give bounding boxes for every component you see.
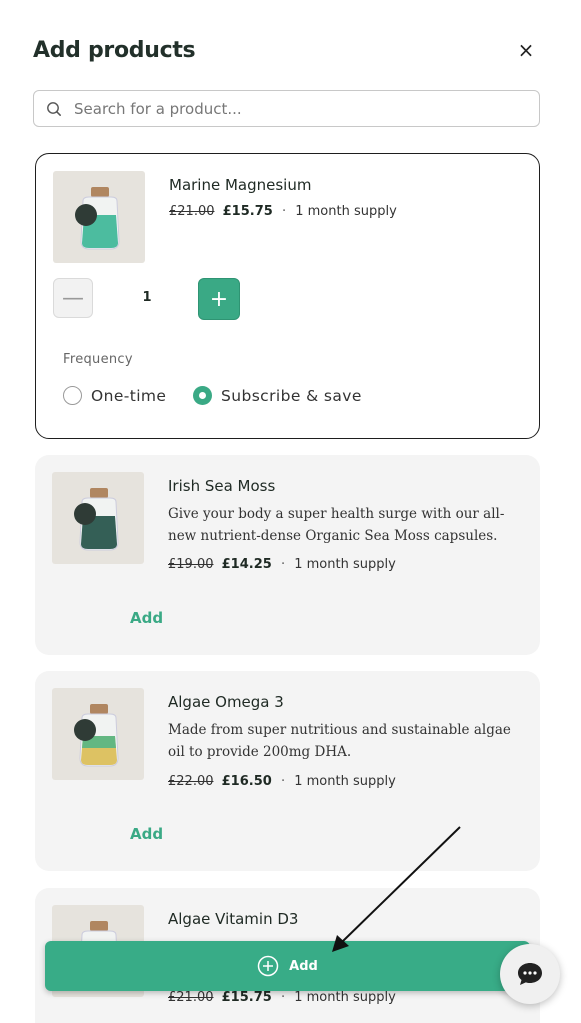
supply-label: 1 month supply — [294, 990, 396, 1005]
product-description: Made from super nutritious and sustainab… — [168, 722, 511, 760]
quantity-value: 1 — [142, 290, 152, 305]
option-one-time[interactable]: One-time — [63, 386, 166, 405]
new-price: £14.25 — [221, 557, 272, 572]
product-image — [52, 472, 144, 564]
supply-label: 1 month supply — [294, 557, 396, 572]
plus-icon: + — [209, 286, 229, 312]
old-price: £19.00 — [168, 557, 214, 572]
supply-label: 1 month supply — [294, 774, 396, 789]
product-name: Irish Sea Moss — [168, 477, 276, 495]
old-price: £21.00 — [169, 204, 215, 219]
price-separator: · — [280, 557, 286, 572]
search-box[interactable] — [33, 90, 540, 127]
option-label: Subscribe & save — [221, 386, 362, 405]
page-title: Add products — [33, 38, 196, 63]
product-name: Marine Magnesium — [169, 176, 312, 194]
new-price: £15.75 — [222, 204, 273, 219]
product-card: Irish Sea Moss Give your body a super he… — [35, 455, 540, 655]
product-price: £22.00 £16.50 · 1 month supply — [168, 774, 396, 789]
close-icon[interactable]: × — [516, 40, 536, 60]
old-price: £22.00 — [168, 774, 214, 789]
selected-product-card: Marine Magnesium £21.00 £15.75 · 1 month… — [35, 153, 540, 439]
price-separator: · — [280, 774, 286, 789]
decrease-quantity-button[interactable]: — — [53, 278, 93, 318]
chat-icon — [518, 963, 542, 985]
old-price: £21.00 — [168, 990, 214, 1005]
product-name: Algae Omega 3 — [168, 693, 284, 711]
product-price: £19.00 £14.25 · 1 month supply — [168, 557, 396, 572]
product-card: Algae Omega 3 Made from super nutritious… — [35, 671, 540, 871]
product-image — [53, 171, 145, 263]
plus-circle-icon — [257, 955, 279, 977]
product-name: Algae Vitamin D3 — [168, 910, 299, 928]
new-price: £16.50 — [221, 774, 272, 789]
supply-label: 1 month supply — [295, 204, 397, 219]
search-input[interactable] — [72, 98, 516, 119]
price-separator: · — [281, 204, 287, 219]
option-subscribe[interactable]: Subscribe & save — [193, 386, 362, 405]
search-icon — [47, 101, 61, 116]
option-label: One-time — [91, 386, 167, 405]
product-price: £21.00 £15.75 · 1 month supply — [169, 204, 397, 219]
add-to-subscription-button[interactable]: Add — [45, 941, 530, 991]
frequency-label: Frequency — [63, 352, 133, 367]
minus-icon: — — [62, 285, 84, 311]
product-price: £21.00 £15.75 · 1 month supply — [168, 990, 396, 1005]
radio-subscribe[interactable] — [193, 386, 212, 405]
radio-one-time[interactable] — [63, 386, 82, 405]
add-product-button[interactable]: Add — [130, 825, 163, 843]
price-separator: · — [280, 990, 286, 1005]
product-description: Give your body a super health surge with… — [168, 506, 505, 544]
add-product-button[interactable]: Add — [130, 609, 163, 627]
product-image — [52, 688, 144, 780]
new-price: £15.75 — [221, 990, 272, 1005]
chat-button[interactable] — [500, 944, 560, 1004]
add-button-label: Add — [289, 958, 318, 974]
increase-quantity-button[interactable]: + — [198, 278, 240, 320]
